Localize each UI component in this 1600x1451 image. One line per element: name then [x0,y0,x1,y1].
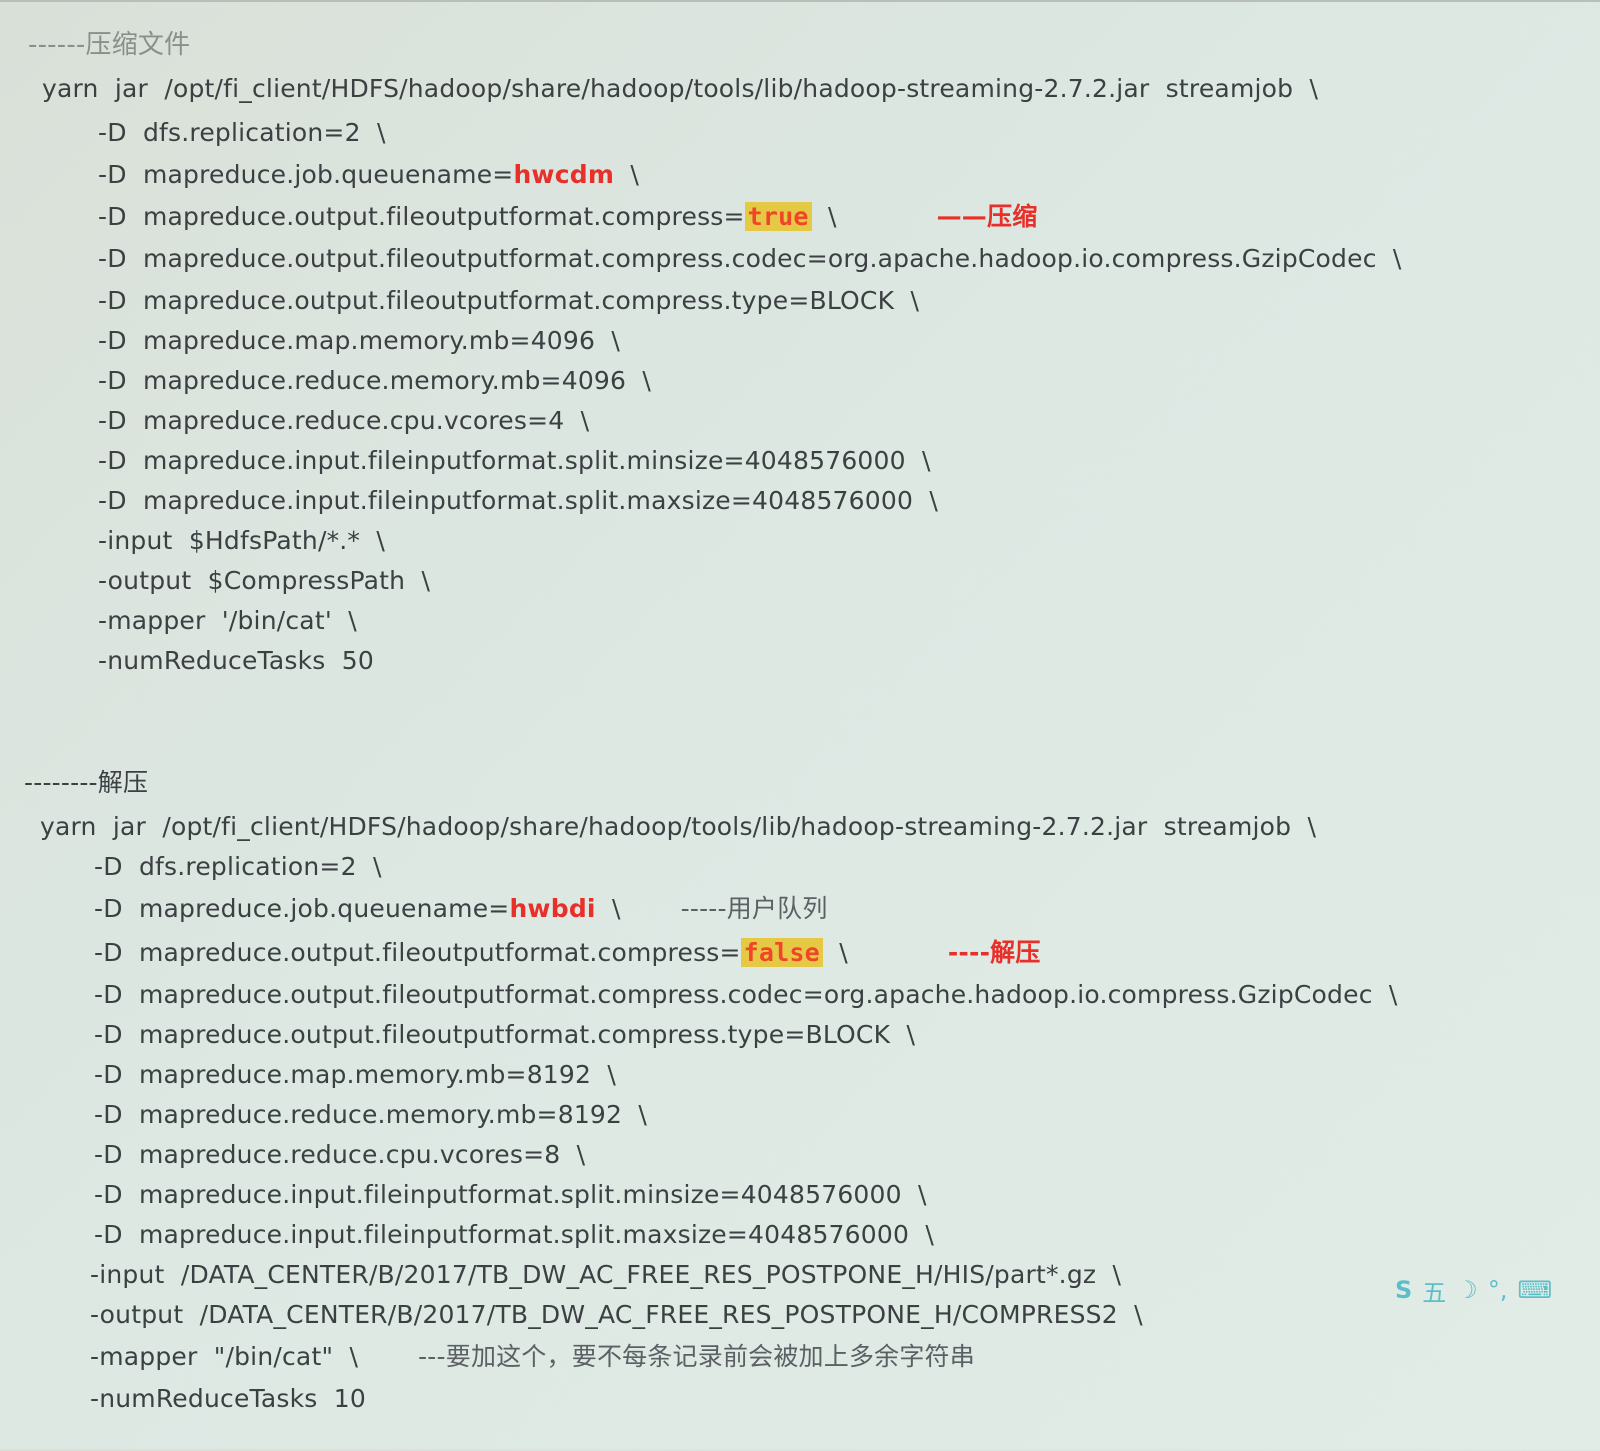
continuation: \ [614,160,640,189]
decompress-option-numreducetasks: -numReduceTasks 10 [90,1384,367,1413]
option-text: -mapper "/bin/cat" \ [90,1342,359,1371]
ime-logo-icon[interactable]: S [1395,1276,1412,1304]
ime-mode-icon[interactable]: 五 [1422,1273,1446,1308]
option-text: -D mapreduce.output.fileoutputformat.com… [94,938,741,967]
compress-option-queuename: -D mapreduce.job.queuename=hwcdm \ [98,160,639,190]
queue-name-value: hwcdm [513,160,615,189]
decompress-option-map-memory: -D mapreduce.map.memory.mb=8192 \ [94,1060,617,1089]
text-editor[interactable]: ------压缩文件 yarn jar /opt/fi_client/HDFS/… [0,0,1600,1451]
queue-name-value: hwbdi [509,894,596,923]
compress-option-type: -D mapreduce.output.fileoutputformat.com… [98,286,920,315]
compress-option-output: -output $CompressPath \ [98,566,431,595]
option-text: -D mapreduce.job.queuename= [98,160,514,189]
decompress-command-line: yarn jar /opt/fi_client/HDFS/hadoop/shar… [40,812,1317,841]
compress-flag-value: false [740,938,823,967]
decompress-option-minsize: -D mapreduce.input.fileinputformat.split… [94,1180,927,1209]
compress-option-compress: -D mapreduce.output.fileoutputformat.com… [98,202,1037,232]
option-text: -D mapreduce.output.fileoutputformat.com… [98,202,745,231]
compress-option-vcores: -D mapreduce.reduce.cpu.vcores=4 \ [98,406,590,435]
compress-option-mapper: -mapper '/bin/cat' \ [98,606,357,635]
continuation: \ [822,938,848,967]
mapper-annotation: ---要加这个，要不每条记录前会被加上多余字符串 [418,1342,975,1371]
compress-header: ------压缩文件 [28,30,191,60]
compress-option-codec: -D mapreduce.output.fileoutputformat.com… [98,244,1402,273]
compress-command-line: yarn jar /opt/fi_client/HDFS/hadoop/shar… [42,74,1319,103]
compress-option-minsize: -D mapreduce.input.fileinputformat.split… [98,446,931,475]
ime-toolbar[interactable]: S 五 ☽ °, ⌨ [1395,1270,1595,1310]
compress-option-map-memory: -D mapreduce.map.memory.mb=4096 \ [98,326,621,355]
decompress-option-queuename: -D mapreduce.job.queuename=hwbdi \ -----用… [94,894,828,924]
decompress-option-type: -D mapreduce.output.fileoutputformat.com… [94,1020,916,1049]
continuation: \ [595,894,621,923]
moon-icon[interactable]: ☽ [1456,1276,1478,1304]
decompress-option-input: -input /DATA_CENTER/B/2017/TB_DW_AC_FREE… [90,1260,1122,1289]
option-text: -D mapreduce.job.queuename= [94,894,510,923]
keyboard-icon[interactable]: ⌨ [1517,1276,1552,1304]
decompress-annotation: ----解压 [947,938,1041,967]
decompress-option-vcores: -D mapreduce.reduce.cpu.vcores=8 \ [94,1140,586,1169]
queue-annotation: -----用户队列 [680,894,828,923]
compress-option-numreducetasks: -numReduceTasks 50 [98,646,375,675]
compress-option-reduce-memory: -D mapreduce.reduce.memory.mb=4096 \ [98,366,652,395]
punctuation-icon[interactable]: °, [1488,1276,1508,1304]
decompress-option-replication: -D dfs.replication=2 \ [94,852,382,881]
compress-annotation: ——压缩 [936,202,1038,231]
decompress-header: --------解压 [24,768,149,797]
decompress-option-compress: -D mapreduce.output.fileoutputformat.com… [94,938,1041,968]
compress-flag-value: true [744,202,812,231]
continuation: \ [811,202,837,231]
decompress-option-output: -output /DATA_CENTER/B/2017/TB_DW_AC_FRE… [90,1300,1143,1329]
compress-option-replication: -D dfs.replication=2 \ [98,118,386,147]
decompress-option-reduce-memory: -D mapreduce.reduce.memory.mb=8192 \ [94,1100,648,1129]
compress-option-input: -input $HdfsPath/*.* \ [98,526,386,555]
decompress-option-maxsize: -D mapreduce.input.fileinputformat.split… [94,1220,934,1249]
decompress-option-codec: -D mapreduce.output.fileoutputformat.com… [94,980,1398,1009]
decompress-option-mapper: -mapper "/bin/cat" \ ---要加这个，要不每条记录前会被加上多… [90,1342,975,1372]
compress-option-maxsize: -D mapreduce.input.fileinputformat.split… [98,486,938,515]
